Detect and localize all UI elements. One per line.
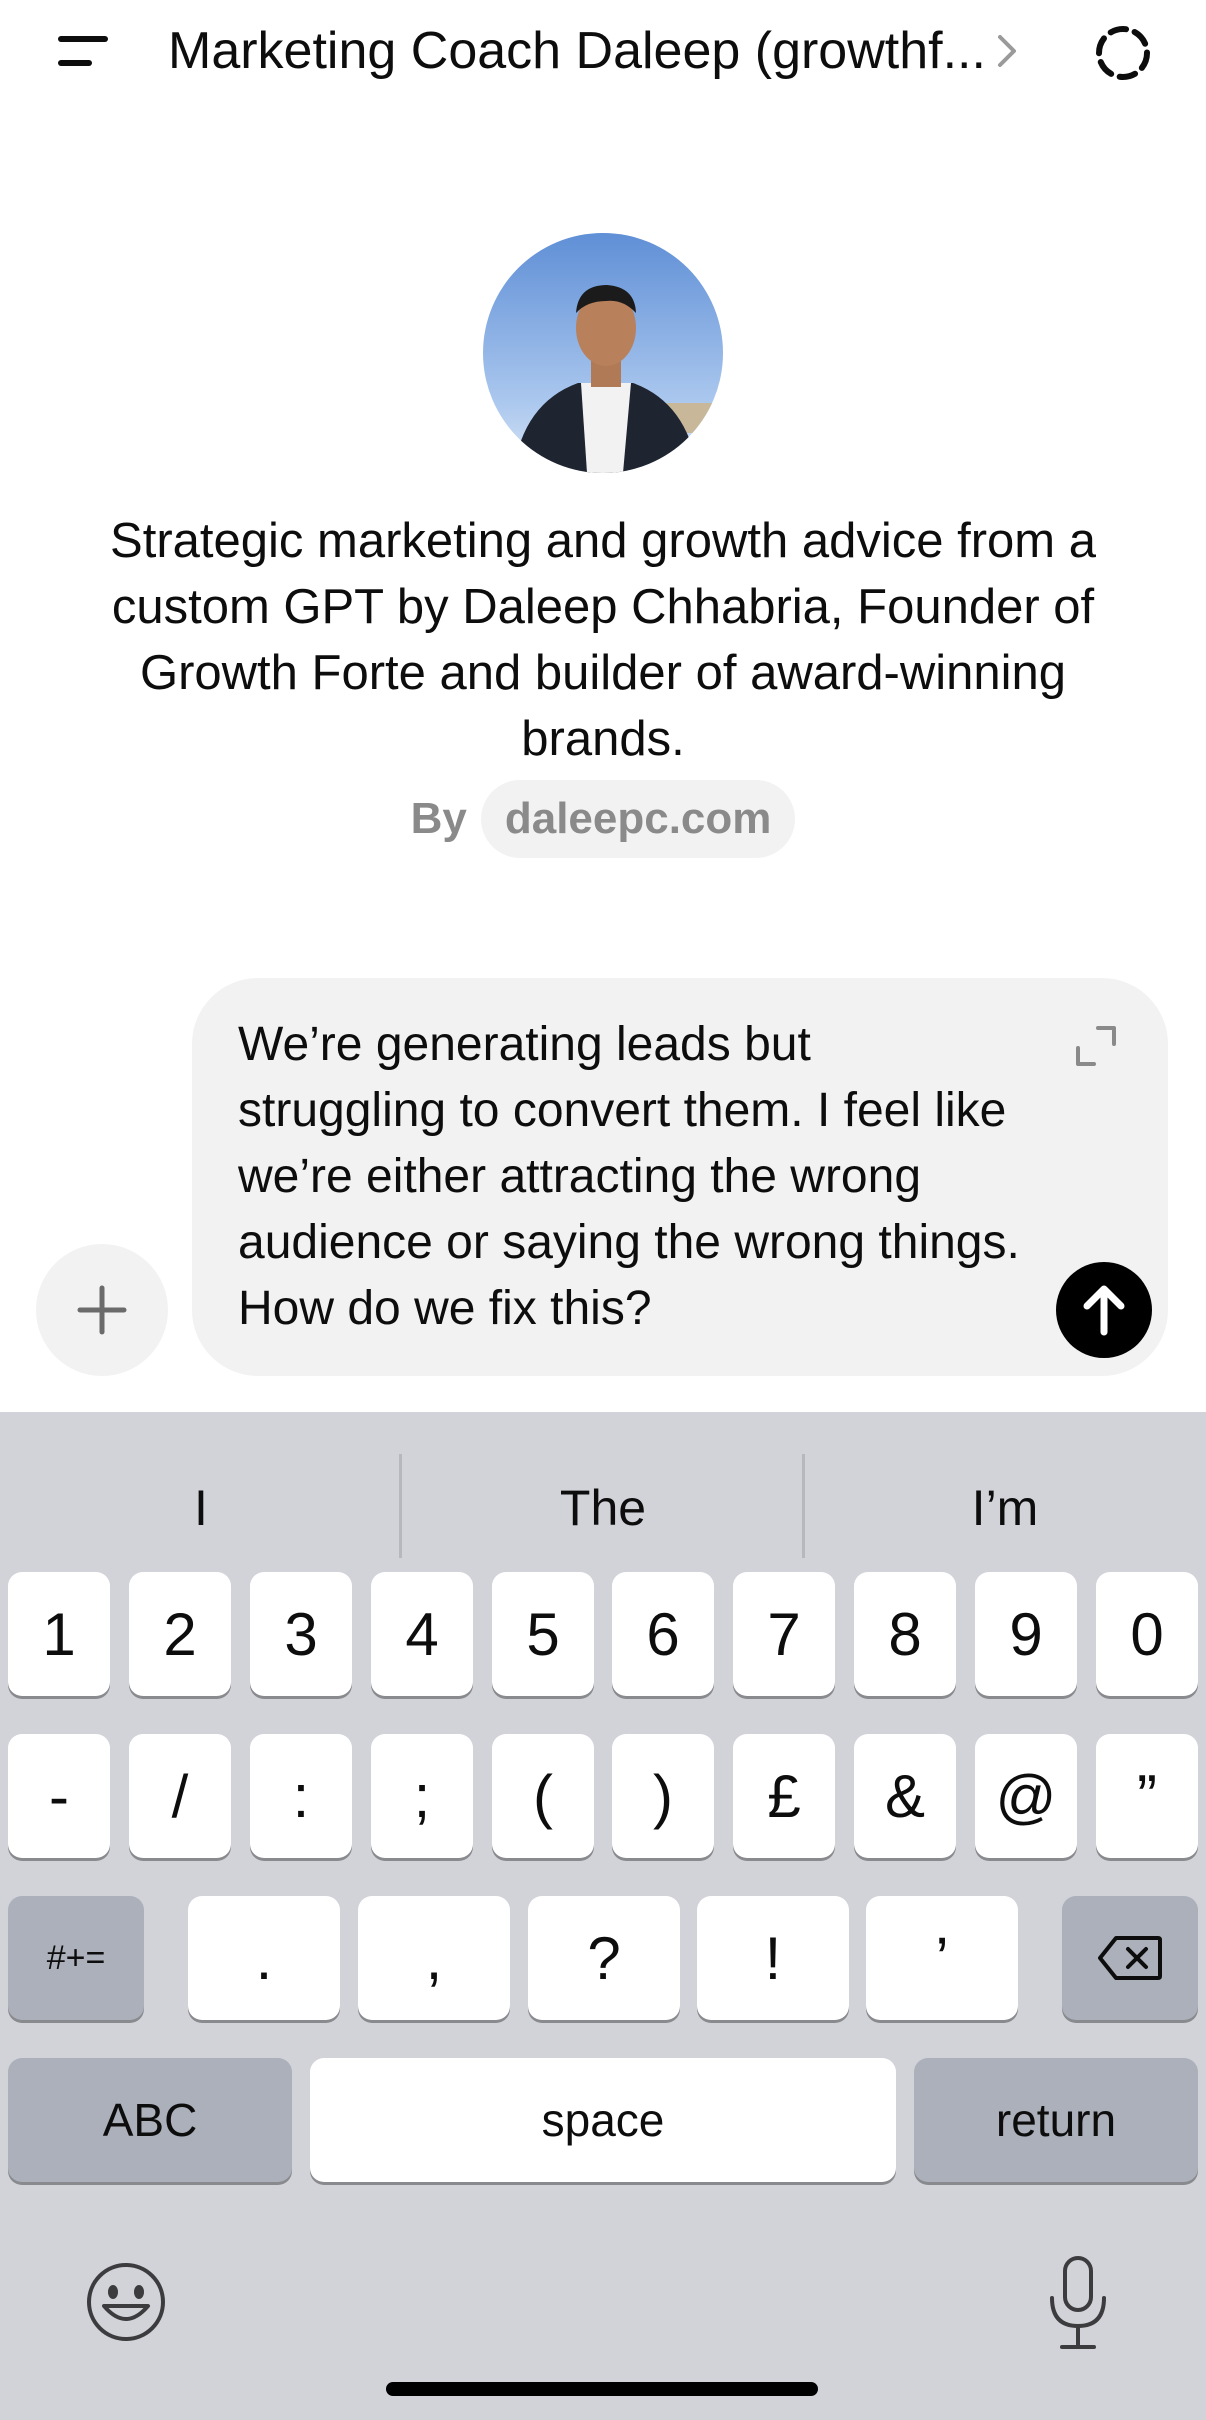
space-key[interactable]: space xyxy=(310,2058,896,2182)
symbols-key[interactable]: #+= xyxy=(8,1896,144,2020)
gpt-author: By daleepc.com xyxy=(0,780,1206,858)
key-quote[interactable]: ” xyxy=(1096,1734,1198,1858)
key-comma[interactable]: , xyxy=(358,1896,510,2020)
key-period[interactable]: . xyxy=(188,1896,340,2020)
key-4[interactable]: 4 xyxy=(371,1572,473,1696)
gpt-title-button[interactable]: Marketing Coach Daleep (growthf... xyxy=(168,18,1028,84)
backspace-key[interactable] xyxy=(1062,1896,1198,2020)
key-0[interactable]: 0 xyxy=(1096,1572,1198,1696)
key-6[interactable]: 6 xyxy=(612,1572,714,1696)
key-hyphen[interactable]: - xyxy=(8,1734,110,1858)
message-input[interactable]: We’re generating leads but struggling to… xyxy=(238,1012,1028,1342)
suggestion-3[interactable]: I’m xyxy=(804,1450,1206,1566)
avatar xyxy=(483,233,723,473)
key-exclamation[interactable]: ! xyxy=(697,1896,849,2020)
menu-icon[interactable] xyxy=(40,20,124,80)
temporary-chat-icon[interactable] xyxy=(1088,20,1158,86)
key-open-paren[interactable]: ( xyxy=(492,1734,594,1858)
send-button[interactable] xyxy=(1056,1262,1152,1358)
gpt-description: Strategic marketing and growth advice fr… xyxy=(110,514,1096,766)
top-bar: Marketing Coach Daleep (growthf... xyxy=(0,0,1206,110)
key-pound[interactable]: £ xyxy=(733,1734,835,1858)
author-link[interactable]: daleepc.com xyxy=(480,780,796,858)
key-2[interactable]: 2 xyxy=(129,1572,231,1696)
page-title: Marketing Coach Daleep (growthf... xyxy=(168,22,986,80)
key-7[interactable]: 7 xyxy=(733,1572,835,1696)
chevron-right-icon xyxy=(997,35,1016,67)
key-1[interactable]: 1 xyxy=(8,1572,110,1696)
home-indicator xyxy=(386,2382,818,2396)
key-question[interactable]: ? xyxy=(528,1896,680,2020)
key-colon[interactable]: : xyxy=(250,1734,352,1858)
emoji-icon[interactable] xyxy=(84,2260,168,2344)
return-key[interactable]: return xyxy=(914,2058,1198,2182)
message-composer[interactable]: We’re generating leads but struggling to… xyxy=(192,978,1168,1376)
key-ampersand[interactable]: & xyxy=(854,1734,956,1858)
add-attachment-button[interactable] xyxy=(36,1244,168,1376)
key-semicolon[interactable]: ; xyxy=(371,1734,473,1858)
key-apostrophe[interactable]: ’ xyxy=(866,1896,1018,2020)
key-9[interactable]: 9 xyxy=(975,1572,1077,1696)
key-8[interactable]: 8 xyxy=(854,1572,956,1696)
expand-icon[interactable] xyxy=(1070,1020,1122,1072)
by-label: By xyxy=(410,794,467,843)
backspace-icon xyxy=(1098,1936,1162,1980)
key-close-paren[interactable]: ) xyxy=(612,1734,714,1858)
abc-key[interactable]: ABC xyxy=(8,2058,292,2182)
suggestion-2[interactable]: The xyxy=(402,1450,804,1566)
key-slash[interactable]: / xyxy=(129,1734,231,1858)
key-5[interactable]: 5 xyxy=(492,1572,594,1696)
suggestion-1[interactable]: I xyxy=(0,1450,402,1566)
key-3[interactable]: 3 xyxy=(250,1572,352,1696)
microphone-icon[interactable] xyxy=(1040,2254,1116,2354)
keyboard: I The I’m 1 2 3 4 5 6 7 8 9 0 - / : ; ( … xyxy=(0,1412,1206,2420)
arrow-up-icon xyxy=(1083,1285,1125,1336)
plus-icon xyxy=(77,1285,127,1335)
key-at[interactable]: @ xyxy=(975,1734,1077,1858)
